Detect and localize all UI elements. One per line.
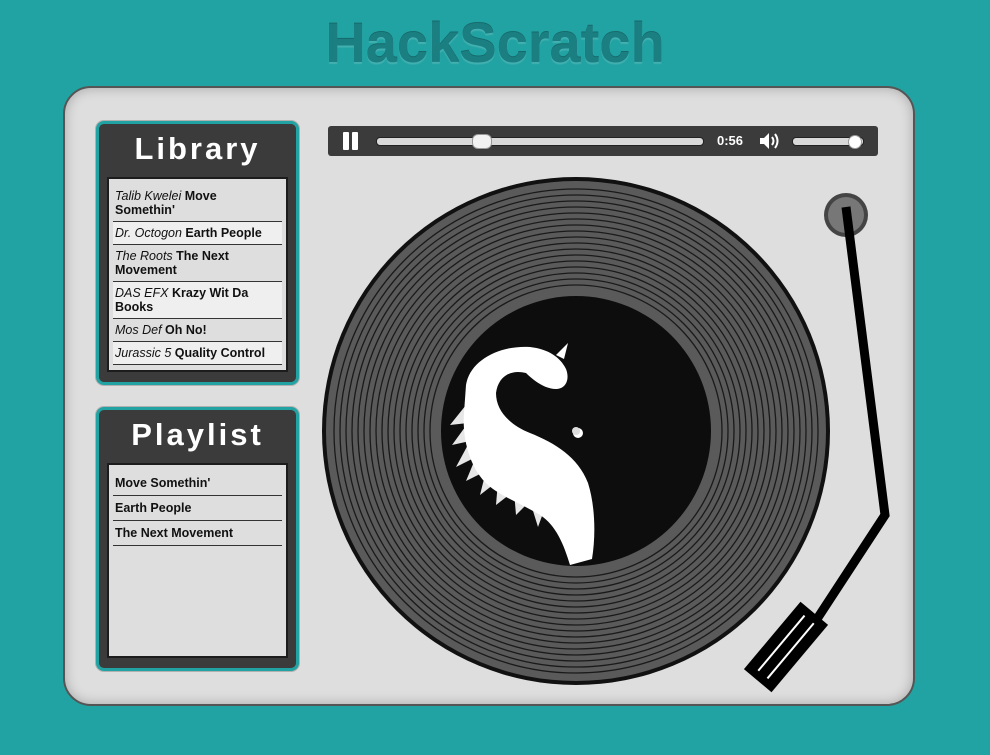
speaker-volume-icon[interactable] [758, 131, 782, 151]
pause-icon [343, 132, 349, 150]
track-artist: Mos Def [115, 323, 162, 337]
track-artist: Talib Kwelei [115, 189, 182, 203]
pause-icon [352, 132, 358, 150]
track-artist: Dr. Octogon [115, 226, 182, 240]
playlist-item[interactable]: The Next Movement [113, 521, 282, 546]
library-track[interactable]: Dr. Octogon Earth People [113, 222, 282, 245]
library-track[interactable]: Talib Kwelei Move Somethin' [113, 185, 282, 222]
elapsed-time: 0:56 [717, 133, 744, 148]
track-artist: Jurassic 5 [115, 346, 172, 360]
track-artist: The Roots [115, 249, 173, 263]
library-track[interactable]: The Roots The Next Movement [113, 245, 282, 282]
playlist-title: Playlist [131, 417, 264, 452]
playlist-item[interactable]: Earth People [113, 496, 282, 521]
library-title: Library [134, 131, 261, 166]
track-title: Earth People [185, 226, 262, 240]
track-artist: DAS EFX [115, 286, 169, 300]
pause-button[interactable] [342, 132, 360, 150]
player-controls: 0:56 [328, 126, 878, 156]
seek-bar[interactable] [376, 134, 704, 149]
library-track[interactable]: Mos Def Oh No! [113, 319, 282, 342]
volume-handle[interactable] [848, 135, 863, 149]
seek-handle[interactable] [472, 134, 493, 149]
playlist-list: Move Somethin' Earth People The Next Mov… [107, 463, 288, 658]
library-list: Talib Kwelei Move Somethin' Dr. Octogon … [107, 177, 288, 372]
volume-slider[interactable] [792, 135, 864, 149]
library-track[interactable]: Jurassic 5 Quality Control [113, 342, 282, 365]
library-panel: Library Talib Kwelei Move Somethin' Dr. … [96, 121, 299, 385]
track-title: Oh No! [165, 323, 207, 337]
app-title: HackScratch [325, 11, 665, 74]
library-track[interactable]: DAS EFX Krazy Wit Da Books [113, 282, 282, 319]
cartridge-head [743, 601, 829, 693]
track-title: Quality Control [174, 346, 266, 360]
playlist-panel: Playlist Move Somethin' Earth People The… [96, 407, 299, 671]
tonearm[interactable] [740, 185, 900, 705]
playlist-item[interactable]: Move Somethin' [113, 471, 282, 496]
